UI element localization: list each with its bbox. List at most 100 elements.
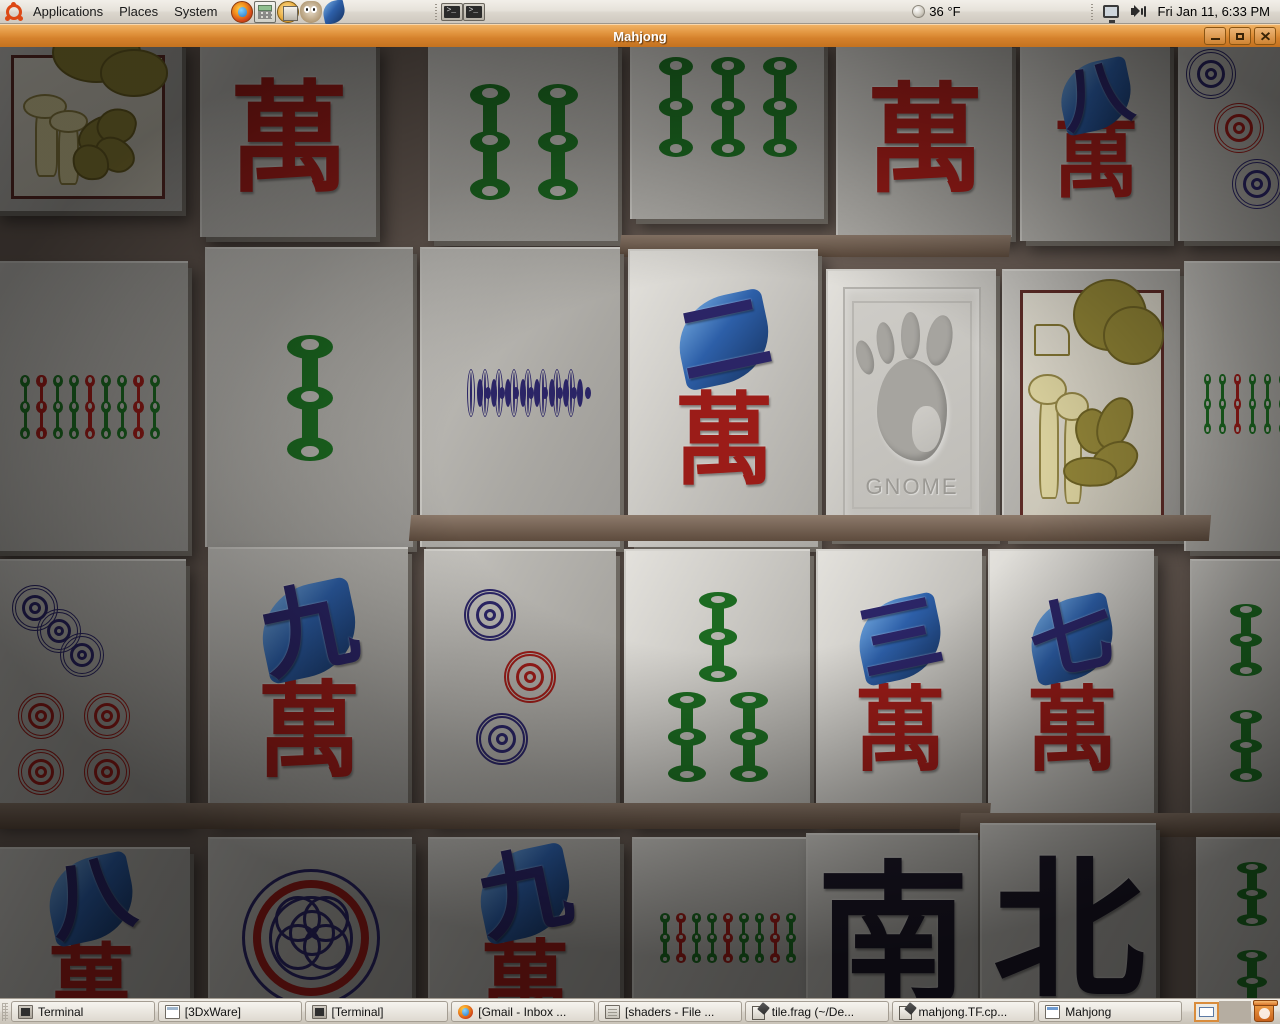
tile-wind-south[interactable]: 南 (806, 833, 978, 998)
tile-flower-mid-right[interactable] (1002, 269, 1180, 539)
task-shaders[interactable]: [shaders - File ... (598, 1001, 742, 1022)
window-titlebar[interactable]: Mahjong ✕ (0, 24, 1280, 47)
terminal-window-button-2[interactable] (463, 2, 486, 21)
circle-dot (538, 369, 563, 417)
circle-dot (476, 713, 528, 765)
tile-character-8-top-right[interactable]: 八 萬 (1020, 47, 1170, 241)
circle-dot (18, 749, 64, 795)
gimp-icon[interactable] (300, 0, 323, 23)
tile-character-2-mid[interactable]: 二 萬 (628, 249, 818, 547)
flower-frame (1019, 279, 1165, 521)
help-image-icon[interactable] (277, 0, 300, 23)
task-3dxware[interactable]: [3DxWare] (157, 1001, 302, 1022)
task-terminal-2[interactable]: [Terminal] (304, 1001, 449, 1022)
circle-dot (524, 369, 549, 417)
tile-glyph-suit: 萬 (853, 677, 946, 785)
volume-applet[interactable] (1125, 5, 1152, 18)
workspace-switcher[interactable] (1194, 1000, 1251, 1023)
clock-label: Fri Jan 11, 6:33 PM (1157, 4, 1270, 19)
tile-bamboo-9-bottom[interactable] (632, 837, 822, 998)
circle-dot (1232, 159, 1280, 209)
blue-fish-icon[interactable] (321, 0, 348, 25)
display-icon (1102, 5, 1119, 23)
terminal-window-button-1[interactable] (441, 2, 464, 21)
weather-applet[interactable]: 36 °F (906, 4, 966, 19)
cloud-icon (912, 5, 926, 18)
task-label: [Gmail - Inbox ... (478, 1004, 567, 1019)
bamboo-stick (762, 57, 798, 157)
ubuntu-logo[interactable] (5, 1, 23, 21)
tile-glyph-number: 三 (848, 581, 952, 696)
circle-dot (567, 369, 592, 417)
task-mahjong-tf[interactable]: mahjong.TF.cp... (891, 1001, 1036, 1022)
tile-glyph: 北 (993, 841, 1145, 998)
tile-character-wan-top-left[interactable]: 萬 (200, 47, 376, 237)
volume-icon (1130, 5, 1146, 18)
tile-gnome-mid[interactable]: GNOME (826, 269, 996, 539)
minimize-button[interactable] (1204, 27, 1226, 45)
gnome-plate: GNOME (843, 287, 981, 523)
top-panel: Applications Places System 36 °F Fri Jan… (0, 0, 1280, 25)
calculator-icon[interactable] (254, 0, 277, 23)
task-terminal[interactable]: Terminal (11, 1001, 155, 1022)
trash-applet[interactable] (1253, 999, 1278, 1022)
clock-applet[interactable]: Fri Jan 11, 6:33 PM (1152, 4, 1280, 19)
tile-bamboo-2-low-right[interactable] (1190, 559, 1280, 825)
terminal-icon (311, 1004, 327, 1019)
task-gmail[interactable]: [Gmail - Inbox ... (451, 1001, 595, 1022)
tile-character-3-low[interactable]: 三 萬 (816, 549, 982, 823)
bamboo-stick (710, 57, 746, 157)
menu-system[interactable]: System (166, 2, 225, 21)
terminal-icon (18, 1004, 33, 1019)
circle-dot (18, 693, 64, 739)
workspace-2[interactable] (1219, 1000, 1251, 1023)
tile-flower-top-left[interactable] (0, 47, 182, 211)
menu-places[interactable]: Places (111, 2, 166, 21)
tile-glyph-suit: 萬 (1025, 677, 1118, 785)
display-applet[interactable] (1097, 5, 1125, 23)
maximize-button[interactable] (1229, 27, 1251, 45)
close-button[interactable]: ✕ (1254, 27, 1276, 45)
window-title: Mahjong (613, 28, 667, 44)
task-mahjong[interactable]: Mahjong (1038, 1001, 1182, 1022)
circle-dot (1186, 49, 1236, 99)
tile-circles-1-bottom[interactable] (208, 837, 412, 998)
task-label: Mahjong (1065, 1004, 1112, 1019)
tile-bamboo-2-bottom-right[interactable] (1196, 837, 1280, 998)
circle-dot (495, 369, 520, 417)
tile-bamboo-3-top[interactable] (630, 47, 824, 219)
tile-character-9-low-left[interactable]: 九 萬 (208, 547, 408, 817)
tile-circles-3-top-right[interactable] (1178, 47, 1280, 241)
tile-bamboo-3-low[interactable] (624, 549, 810, 823)
workspace-1[interactable] (1194, 1001, 1219, 1022)
circle-dot (466, 369, 491, 417)
tile-character-8-bottom-left[interactable]: 八 萬 (0, 847, 190, 998)
file-manager-icon (605, 1004, 620, 1019)
tile-bamboo-2-top[interactable] (428, 47, 618, 241)
taskbar-grip[interactable] (2, 1002, 8, 1021)
tile-circles-3-low[interactable] (424, 549, 616, 819)
tile-circles-8-mid[interactable] (420, 247, 620, 547)
mahjong-board[interactable]: 萬 萬 八 萬 二 萬 GNOME 九 萬 三 萬 七 萬 八 萬 九 萬 南 … (0, 47, 1280, 998)
bamboo-stick (537, 83, 579, 201)
tile-bamboo-1-mid[interactable] (205, 247, 413, 547)
tile-bamboo-6-right[interactable] (1184, 261, 1280, 551)
tile-circles-7-low-left[interactable] (0, 559, 186, 819)
ubuntu-logo-dot-left (5, 15, 10, 21)
task-tile-frag[interactable]: tile.frag (~/De... (744, 1001, 889, 1022)
firefox-icon[interactable] (231, 0, 254, 23)
menu-applications[interactable]: Applications (25, 2, 111, 21)
tile-glyph-suit: 萬 (674, 382, 774, 500)
weather-temperature: 36 °F (929, 4, 961, 19)
bamboo-stick (469, 83, 511, 201)
tile-character-7-low[interactable]: 七 萬 (988, 549, 1154, 823)
tile-wind-north[interactable]: 北 (980, 823, 1156, 998)
tile-character-wan-top-mid[interactable]: 萬 (836, 47, 1012, 237)
tile-character-9-bottom[interactable]: 九 萬 (428, 837, 620, 998)
panel-launchers (231, 0, 348, 25)
window-buttons: ✕ (1204, 27, 1276, 45)
gnome-foot-icon (877, 358, 947, 461)
tray-separator (1090, 3, 1093, 20)
mahjong-icon (1045, 1004, 1061, 1019)
tile-bamboo-9-left[interactable] (0, 261, 188, 551)
